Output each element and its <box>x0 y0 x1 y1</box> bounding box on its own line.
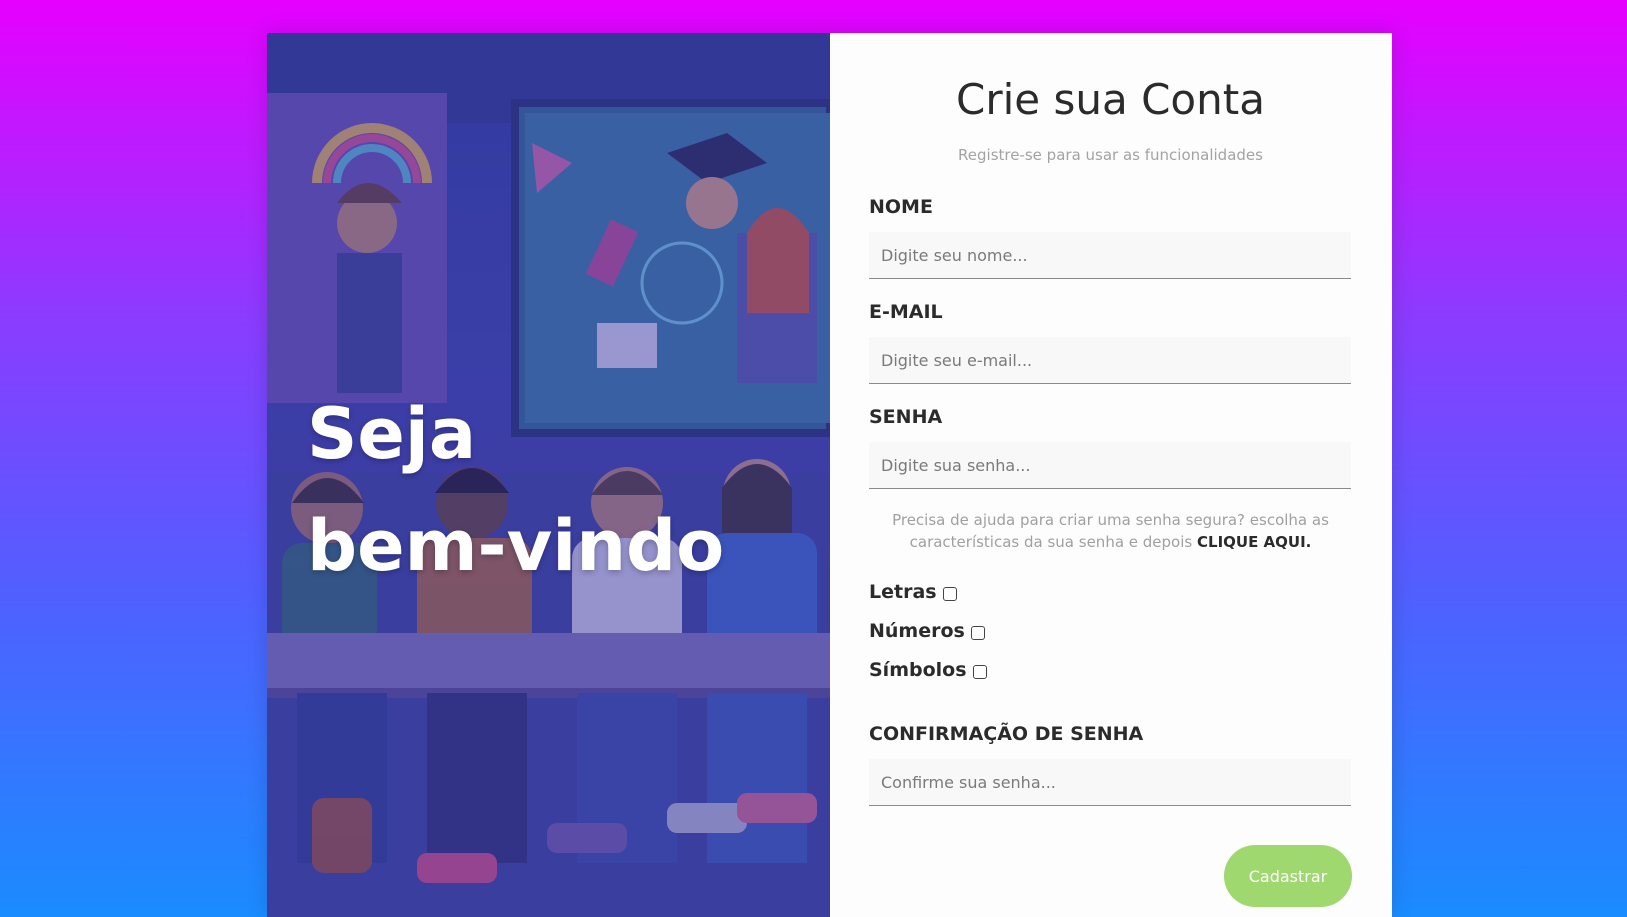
confirm-group: CONFIRMAÇÃO DE SENHA <box>869 723 1352 806</box>
option-numbers[interactable]: Números <box>869 620 1352 659</box>
email-label: E-MAIL <box>869 301 943 323</box>
welcome-line-1: Seja <box>307 393 477 475</box>
numbers-checkbox[interactable] <box>970 626 985 640</box>
password-label: SENHA <box>869 406 943 428</box>
form-subtitle: Registre-se para usar as funcionalidades <box>958 146 1263 164</box>
welcome-line-2: bem-vindo <box>307 505 725 587</box>
name-label: NOME <box>869 196 933 218</box>
option-numbers-label: Números <box>869 620 965 642</box>
option-symbols[interactable]: Símbolos <box>869 659 1352 698</box>
password-options: Letras Números Símbolos <box>869 581 1352 698</box>
option-letters[interactable]: Letras <box>869 581 1352 620</box>
click-here-link[interactable]: CLIQUE AQUI. <box>1197 533 1311 551</box>
email-group: E-MAIL <box>869 301 1352 384</box>
confirm-input[interactable] <box>869 759 1351 806</box>
password-input[interactable] <box>869 442 1351 489</box>
password-help: Precisa de ajuda para criar uma senha se… <box>869 509 1352 553</box>
confirm-label: CONFIRMAÇÃO DE SENHA <box>869 723 1144 745</box>
welcome-panel: Seja bem-vindo <box>267 33 830 917</box>
form-title: Crie sua Conta <box>956 75 1265 124</box>
option-symbols-label: Símbolos <box>869 659 967 681</box>
submit-button[interactable]: Cadastrar <box>1224 845 1352 907</box>
name-group: NOME <box>869 196 1352 279</box>
password-group: SENHA <box>869 406 1352 489</box>
welcome-heading: Seja bem-vindo <box>307 378 724 602</box>
symbols-checkbox[interactable] <box>972 665 987 679</box>
signup-card: Seja bem-vindo Crie sua Conta Registre-s… <box>267 33 1392 917</box>
letters-checkbox[interactable] <box>942 587 957 601</box>
signup-form: Crie sua Conta Registre-se para usar as … <box>830 33 1392 917</box>
email-input[interactable] <box>869 337 1351 384</box>
name-input[interactable] <box>869 232 1351 279</box>
option-letters-label: Letras <box>869 581 937 603</box>
